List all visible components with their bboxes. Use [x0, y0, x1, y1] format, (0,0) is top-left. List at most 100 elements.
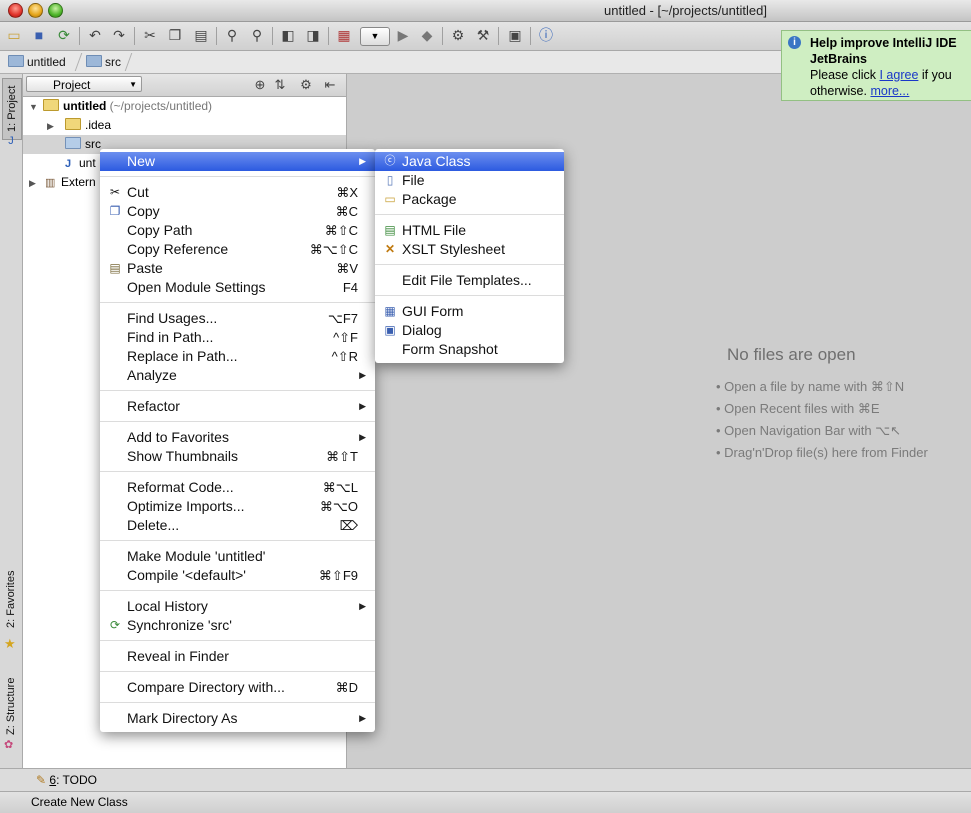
class-icon: ⓒ [384, 155, 396, 167]
menu-item-optimize-imports[interactable]: Optimize Imports... ⌘⌥O [100, 497, 375, 516]
replace-icon[interactable]: ⚲ [248, 26, 266, 44]
make-project-icon[interactable]: ▦ [335, 26, 353, 44]
project-panel-header: Project ▼ ⊕ ⇅ ⚙ ⇤ [23, 74, 346, 97]
open-folder-icon[interactable]: ▭ [5, 26, 23, 44]
file-templates-icon[interactable]: ▣ [506, 26, 524, 44]
menu-item-find-in-path[interactable]: Find in Path... ^⇧F [100, 328, 375, 347]
menu-label: Package [402, 191, 457, 207]
forward-icon[interactable]: ◨ [304, 26, 322, 44]
title-bar: untitled - [~/projects/untitled] [0, 0, 971, 22]
submenu-item-edit-file-templates[interactable]: Edit File Templates... [375, 271, 564, 290]
menu-item-compare-directory[interactable]: Compare Directory with... ⌘D [100, 678, 375, 697]
menu-item-reformat-code[interactable]: Reformat Code... ⌘⌥L [100, 478, 375, 497]
run-config-selector[interactable]: ▼ [360, 27, 390, 46]
menu-item-delete[interactable]: Delete... ⌦ [100, 516, 375, 535]
submenu-item-dialog[interactable]: ▣ Dialog [375, 321, 564, 340]
collapse-all-icon[interactable]: ⇅ [271, 76, 289, 94]
menu-item-replace-in-path[interactable]: Replace in Path... ^⇧R [100, 347, 375, 366]
gear-icon[interactable]: ⚙ [297, 76, 315, 94]
tab-project[interactable]: 1: Project [2, 78, 22, 140]
tree-label: .idea [85, 118, 112, 132]
expand-arrow-icon[interactable]: ▼ [29, 102, 38, 112]
tree-item-root[interactable]: untitled (~/projects/untitled) [43, 97, 212, 116]
project-view-selector[interactable]: Project ▼ [26, 76, 142, 92]
tab-structure[interactable]: Z: Structure [2, 670, 20, 742]
submenu-item-html-file[interactable]: ▤ HTML File [375, 221, 564, 240]
menu-item-synchronize[interactable]: ⟳ Synchronize 'src' [100, 616, 375, 635]
tab-todo[interactable]: ✎ 6: TODO [36, 772, 97, 788]
new-submenu: ⓒ Java Class ▯ File ▭ Package ▤ HTML File ✕ X… [375, 149, 564, 363]
folder-icon [65, 118, 81, 130]
agree-link[interactable]: I agree [879, 68, 918, 82]
submenu-item-package[interactable]: ▭ Package [375, 190, 564, 209]
scissors-icon: ✂ [109, 185, 121, 199]
more-link[interactable]: more... [870, 84, 909, 98]
scroll-from-source-icon[interactable]: ⊕ [251, 76, 269, 94]
menu-item-make-module[interactable]: Make Module 'untitled' [100, 547, 375, 566]
xslt-icon: ✕ [384, 242, 396, 256]
collapse-arrow-icon[interactable]: ▶ [29, 178, 36, 189]
breadcrumb-untitled[interactable]: untitled [8, 54, 66, 70]
file-icon: ▯ [386, 173, 394, 187]
menu-item-copy-path[interactable]: Copy Path ⌘⇧C [100, 221, 375, 240]
menu-item-find-usages[interactable]: Find Usages... ⌥F7 [100, 309, 375, 328]
menu-item-copy-reference[interactable]: Copy Reference ⌘⌥⇧C [100, 240, 375, 259]
menu-label: Paste [127, 260, 163, 276]
back-icon[interactable]: ◧ [279, 26, 297, 44]
hide-panel-icon[interactable]: ⇤ [321, 76, 339, 94]
redo-icon[interactable]: ↷ [110, 26, 128, 44]
menu-item-cut[interactable]: ✂ Cut ⌘X [100, 183, 375, 202]
menu-item-copy[interactable]: ❐ Copy ⌘C [100, 202, 375, 221]
menu-item-analyze[interactable]: Analyze ▶ [100, 366, 375, 385]
menu-item-reveal-in-finder[interactable]: Reveal in Finder [100, 647, 375, 666]
menu-item-add-to-favorites[interactable]: Add to Favorites ▶ [100, 428, 375, 447]
menu-item-compile[interactable]: Compile '<default>' ⌘⇧F9 [100, 566, 375, 585]
submenu-item-gui-form[interactable]: ▦ GUI Form [375, 302, 564, 321]
menu-item-show-thumbnails[interactable]: Show Thumbnails ⌘⇧T [100, 447, 375, 466]
submenu-item-xslt-stylesheet[interactable]: ✕ XSLT Stylesheet [375, 240, 564, 259]
submenu-arrow-icon: ▶ [359, 156, 366, 166]
submenu-arrow-icon: ▶ [359, 370, 366, 380]
chevron-down-icon: ▼ [129, 80, 137, 89]
paste-icon: ▤ [109, 261, 121, 275]
menu-item-open-module-settings[interactable]: Open Module Settings F4 [100, 278, 375, 297]
menu-item-paste[interactable]: ▤ Paste ⌘V [100, 259, 375, 278]
menu-item-local-history[interactable]: Local History ▶ [100, 597, 375, 616]
collapse-arrow-icon[interactable]: ▶ [47, 121, 54, 132]
tab-favorites[interactable]: 2: Favorites [2, 564, 20, 634]
project-structure-icon[interactable]: ⚒ [474, 26, 492, 44]
copy-icon[interactable]: ❐ [166, 26, 184, 44]
menu-shortcut: ⌘⇧F9 [318, 568, 358, 583]
debug-icon[interactable]: ◆ [418, 26, 436, 44]
context-menu: New ▶ ✂ Cut ⌘X ❐ Copy ⌘C Copy Path ⌘⇧C Copy Re… [100, 149, 375, 732]
breadcrumb-src[interactable]: src [86, 54, 121, 70]
submenu-item-java-class[interactable]: ⓒ Java Class [375, 152, 564, 171]
menu-label: Compile '<default>' [127, 567, 246, 583]
settings-icon[interactable]: ⚙ [449, 26, 467, 44]
menu-label: Add to Favorites [127, 429, 229, 445]
tree-label: Extern [61, 175, 96, 189]
synchronize-icon[interactable]: ⟳ [55, 26, 73, 44]
tree-item-idea[interactable]: .idea [65, 116, 111, 135]
cut-icon[interactable]: ✂ [141, 26, 159, 44]
menu-label: Java Class [402, 153, 471, 169]
menu-item-refactor[interactable]: Refactor ▶ [100, 397, 375, 416]
submenu-item-file[interactable]: ▯ File [375, 171, 564, 190]
undo-icon[interactable]: ↶ [86, 26, 104, 44]
submenu-item-form-snapshot[interactable]: Form Snapshot [375, 340, 564, 359]
menu-shortcut: ⌦ [339, 518, 358, 533]
save-icon[interactable]: ■ [30, 26, 48, 44]
menu-item-new[interactable]: New ▶ [100, 152, 375, 171]
gui-form-icon: ▦ [384, 304, 396, 318]
help-icon[interactable]: ⓘ [537, 26, 555, 44]
menu-shortcut: ⌘C [335, 204, 358, 219]
menu-item-mark-directory-as[interactable]: Mark Directory As ▶ [100, 709, 375, 728]
html-file-icon: ▤ [384, 223, 396, 237]
run-icon[interactable]: ▶ [394, 26, 412, 44]
tree-item-external-libraries[interactable]: ▥ Extern [45, 173, 96, 192]
paste-icon[interactable]: ▤ [192, 26, 210, 44]
tree-item-iml[interactable]: Junt [65, 154, 96, 173]
breadcrumb-label: untitled [27, 55, 66, 69]
find-icon[interactable]: ⚲ [223, 26, 241, 44]
todo-label: : TODO [56, 773, 97, 787]
